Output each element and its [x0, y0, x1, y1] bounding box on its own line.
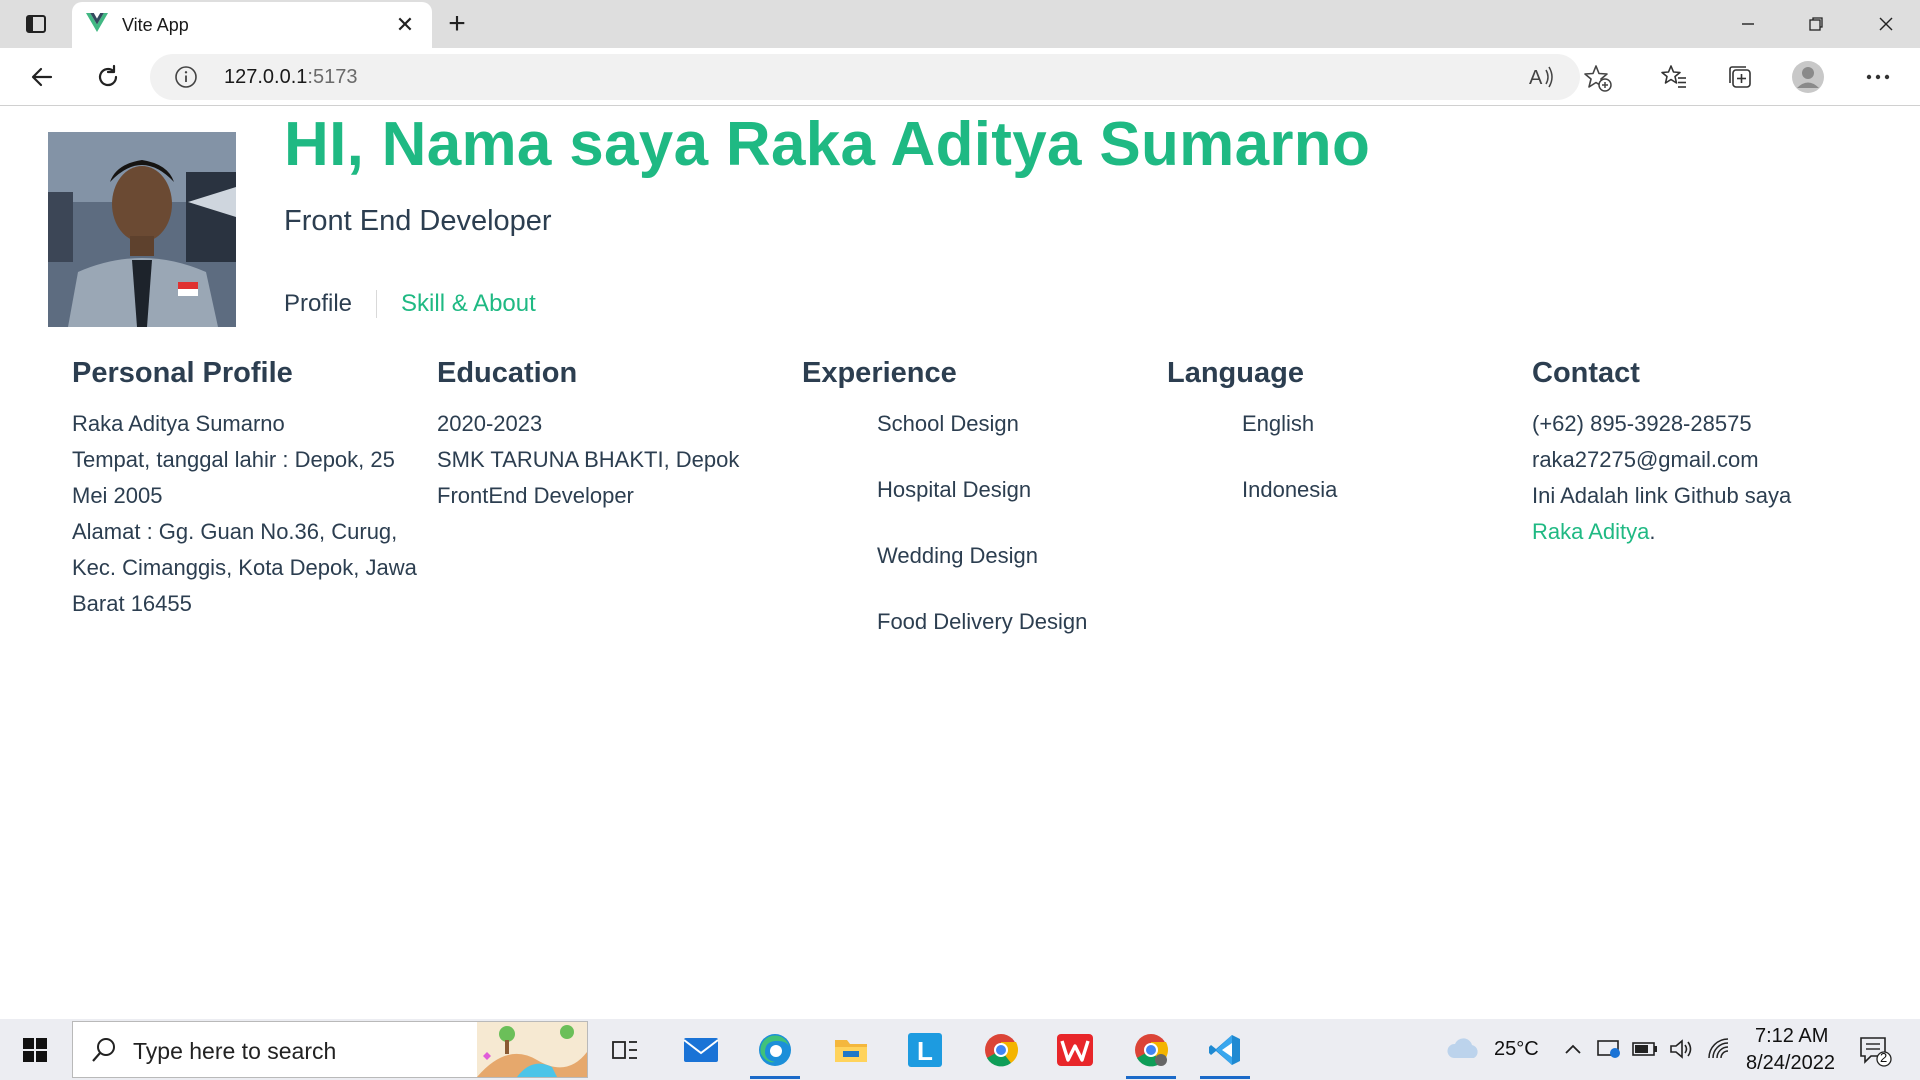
tab-actions-icon[interactable]	[14, 10, 58, 38]
page-nav: Profile Skill & About	[284, 287, 536, 321]
page-subtitle: Front End Developer	[284, 205, 552, 237]
search-placeholder: Type here to search	[133, 1038, 337, 1064]
chrome-app-icon[interactable]	[970, 1025, 1032, 1075]
list-item: School Design	[877, 411, 1019, 436]
edge-app-icon[interactable]	[744, 1025, 806, 1079]
list-item: Indonesia	[1242, 477, 1338, 502]
personal-address: Alamat : Gg. Guan No.36, Curug, Kec. Cim…	[72, 519, 417, 616]
close-tab-icon[interactable]: ✕	[392, 12, 418, 38]
contact-phone: (+62) 895-3928-28575	[1532, 411, 1752, 436]
clock-time[interactable]: 7:12 AM	[1755, 1025, 1828, 1048]
windows-start-icon[interactable]	[12, 1031, 58, 1069]
minimize-button[interactable]	[1714, 0, 1782, 48]
education-section: Education 2020-2023 SMK TARUNA BHAKTI, D…	[437, 357, 782, 514]
weather-temperature[interactable]: 25°C	[1494, 1038, 1539, 1061]
battery-icon[interactable]	[1632, 1036, 1658, 1062]
address-bar[interactable]: 127.0.0.1:5173 A	[150, 54, 1612, 100]
tab-title: Vite App	[122, 14, 189, 35]
file-explorer-icon[interactable]	[820, 1025, 882, 1075]
personal-birth: Tempat, tanggal lahir : Depok, 25 Mei 20…	[72, 447, 395, 508]
personal-name: Raka Aditya Sumarno	[72, 411, 285, 436]
section-heading: Experience	[802, 357, 957, 389]
github-suffix: .	[1649, 519, 1656, 544]
section-heading: Personal Profile	[72, 357, 293, 389]
page-title: HI, Nama saya Raka Aditya Sumarno	[284, 110, 1371, 179]
restore-button[interactable]	[1782, 0, 1850, 48]
notification-center-icon[interactable]: 2	[1858, 1034, 1892, 1068]
volume-icon[interactable]	[1668, 1036, 1694, 1062]
chevron-up-icon[interactable]	[1560, 1036, 1586, 1062]
contact-github-line: Raka Aditya.	[1532, 514, 1877, 550]
education-school-link[interactable]: SMK TARUNA BHAKTI, Depok	[437, 442, 782, 478]
contact-email: raka27275@gmail.com	[1532, 447, 1759, 472]
mail-app-icon[interactable]	[670, 1025, 732, 1075]
vscode-app-icon[interactable]	[1194, 1025, 1256, 1079]
section-heading: Contact	[1532, 357, 1640, 389]
vue-logo-icon	[86, 12, 108, 38]
profile-photo	[48, 132, 236, 327]
list-item: Wedding Design	[877, 543, 1039, 568]
section-heading: Language	[1167, 357, 1304, 389]
github-link[interactable]: Raka Aditya	[1532, 519, 1649, 544]
language-section: Language English Indonesia	[1167, 357, 1512, 538]
wifi-icon[interactable]	[1706, 1036, 1732, 1062]
browser-titlebar: Vite App ✕ +	[0, 0, 1920, 48]
url-text[interactable]: 127.0.0.1:5173	[224, 66, 357, 89]
search-highlight-icon	[477, 1022, 587, 1077]
clock-date[interactable]: 8/24/2022	[1746, 1052, 1835, 1075]
avatar[interactable]	[1788, 57, 1828, 97]
search-icon	[91, 1037, 117, 1068]
refresh-button[interactable]	[88, 57, 128, 97]
list-item: Hospital Design	[877, 477, 1032, 502]
section-heading: Education	[437, 357, 578, 389]
contact-github-text: Ini Adalah link Github saya	[1532, 483, 1792, 508]
url-port: :5173	[307, 66, 358, 88]
favorites-icon[interactable]	[1654, 57, 1694, 97]
network-status-icon[interactable]	[1596, 1036, 1622, 1062]
more-icon[interactable]	[1858, 57, 1898, 97]
language-list: English Indonesia	[1167, 406, 1512, 508]
experience-section: Experience School Design Hospital Design…	[802, 357, 1147, 670]
svg-text:A: A	[1529, 67, 1543, 89]
l-app-icon[interactable]: L	[894, 1025, 956, 1075]
list-item: English	[1242, 411, 1315, 436]
experience-list: School Design Hospital Design Wedding De…	[802, 406, 1147, 640]
taskbar-search[interactable]: Type here to search	[72, 1021, 588, 1078]
collections-icon[interactable]	[1720, 57, 1760, 97]
back-button[interactable]	[22, 57, 62, 97]
nav-link-profile[interactable]: Profile	[284, 290, 378, 318]
info-icon[interactable]	[174, 65, 198, 94]
personal-profile-section: Personal Profile Raka Aditya Sumarno Tem…	[72, 357, 417, 622]
contact-section: Contact (+62) 895-3928-28575 raka27275@g…	[1532, 357, 1877, 550]
chrome-profile-app-icon[interactable]	[1120, 1025, 1182, 1079]
read-aloud-icon[interactable]: A	[1528, 64, 1556, 95]
url-host: 127.0.0.1	[224, 66, 308, 88]
browser-toolbar: 127.0.0.1:5173 A	[0, 48, 1920, 106]
star-plus-icon[interactable]	[1584, 64, 1612, 97]
education-years: 2020-2023	[437, 411, 543, 436]
education-major: FrontEnd Developer	[437, 483, 634, 508]
svg-text:L: L	[917, 1036, 933, 1066]
new-tab-button[interactable]: +	[440, 7, 474, 40]
nav-link-skill-about[interactable]: Skill & About	[377, 290, 536, 318]
browser-tab[interactable]: Vite App ✕	[72, 2, 432, 48]
notification-badge: 2	[1880, 1050, 1888, 1065]
close-window-button[interactable]	[1852, 0, 1920, 48]
page-content: HI, Nama saya Raka Aditya Sumarno Front …	[0, 107, 1920, 1019]
list-item: Food Delivery Design	[877, 609, 1088, 634]
weather-cloud-icon[interactable]	[1446, 1036, 1482, 1062]
taskbar: Type here to search L 25°C 7:12 AM 8/24/…	[0, 1019, 1920, 1080]
wps-app-icon[interactable]	[1044, 1025, 1106, 1075]
task-view-icon[interactable]	[594, 1025, 656, 1075]
